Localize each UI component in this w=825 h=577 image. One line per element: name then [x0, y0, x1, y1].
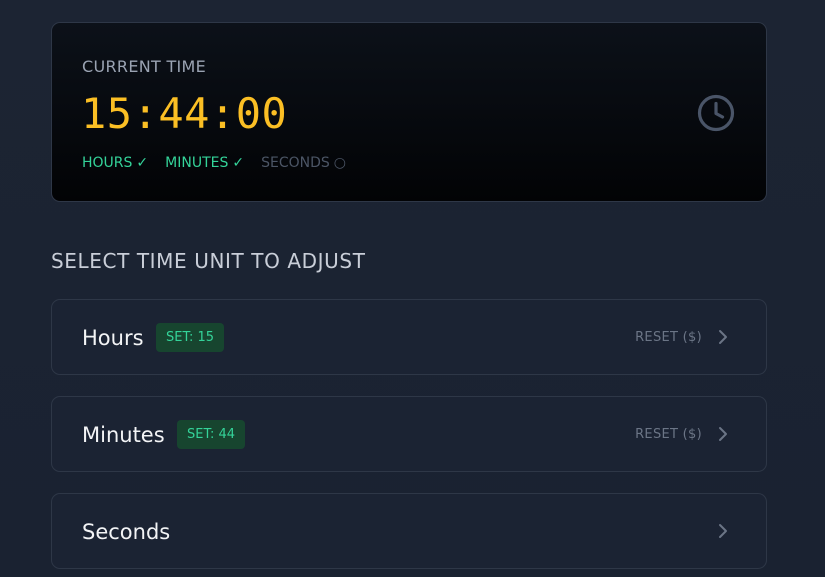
unit-row-seconds[interactable]: Seconds: [51, 493, 767, 569]
check-icon: ✓: [136, 155, 149, 171]
unit-name-seconds: Seconds: [82, 520, 171, 544]
seconds-status-label: SECONDS: [261, 155, 330, 171]
chevron-right-icon: [719, 427, 727, 441]
current-time-value: 15:44:00: [81, 89, 288, 138]
minutes-status: MINUTES ✓: [165, 154, 244, 172]
set-badge-hours: SET: 15: [156, 323, 225, 352]
current-time-label: CURRENT TIME: [82, 57, 207, 76]
unit-status-row: HOURS ✓ MINUTES ✓ SECONDS ○: [82, 154, 363, 172]
circle-icon: ○: [333, 155, 346, 171]
chevron-right-icon: [719, 330, 727, 344]
check-icon: ✓: [232, 155, 245, 171]
current-time-card: CURRENT TIME 15:44:00 HOURS ✓ MINUTES ✓ …: [51, 22, 767, 202]
hours-status: HOURS ✓: [82, 154, 148, 172]
reset-button-minutes[interactable]: RESET ($): [635, 426, 702, 444]
set-badge-minutes: SET: 44: [177, 420, 246, 449]
section-title: SELECT TIME UNIT TO ADJUST: [51, 249, 366, 273]
chevron-right-icon: [719, 524, 727, 538]
unit-row-minutes[interactable]: Minutes SET: 44 RESET ($): [51, 396, 767, 472]
hours-status-label: HOURS: [82, 155, 133, 171]
unit-name-hours: Hours: [82, 326, 144, 350]
reset-button-hours[interactable]: RESET ($): [635, 329, 702, 347]
unit-row-hours[interactable]: Hours SET: 15 RESET ($): [51, 299, 767, 375]
unit-name-minutes: Minutes: [82, 423, 165, 447]
clock-icon: [697, 94, 735, 132]
seconds-status: SECONDS ○: [261, 154, 346, 172]
minutes-status-label: MINUTES: [165, 155, 229, 171]
